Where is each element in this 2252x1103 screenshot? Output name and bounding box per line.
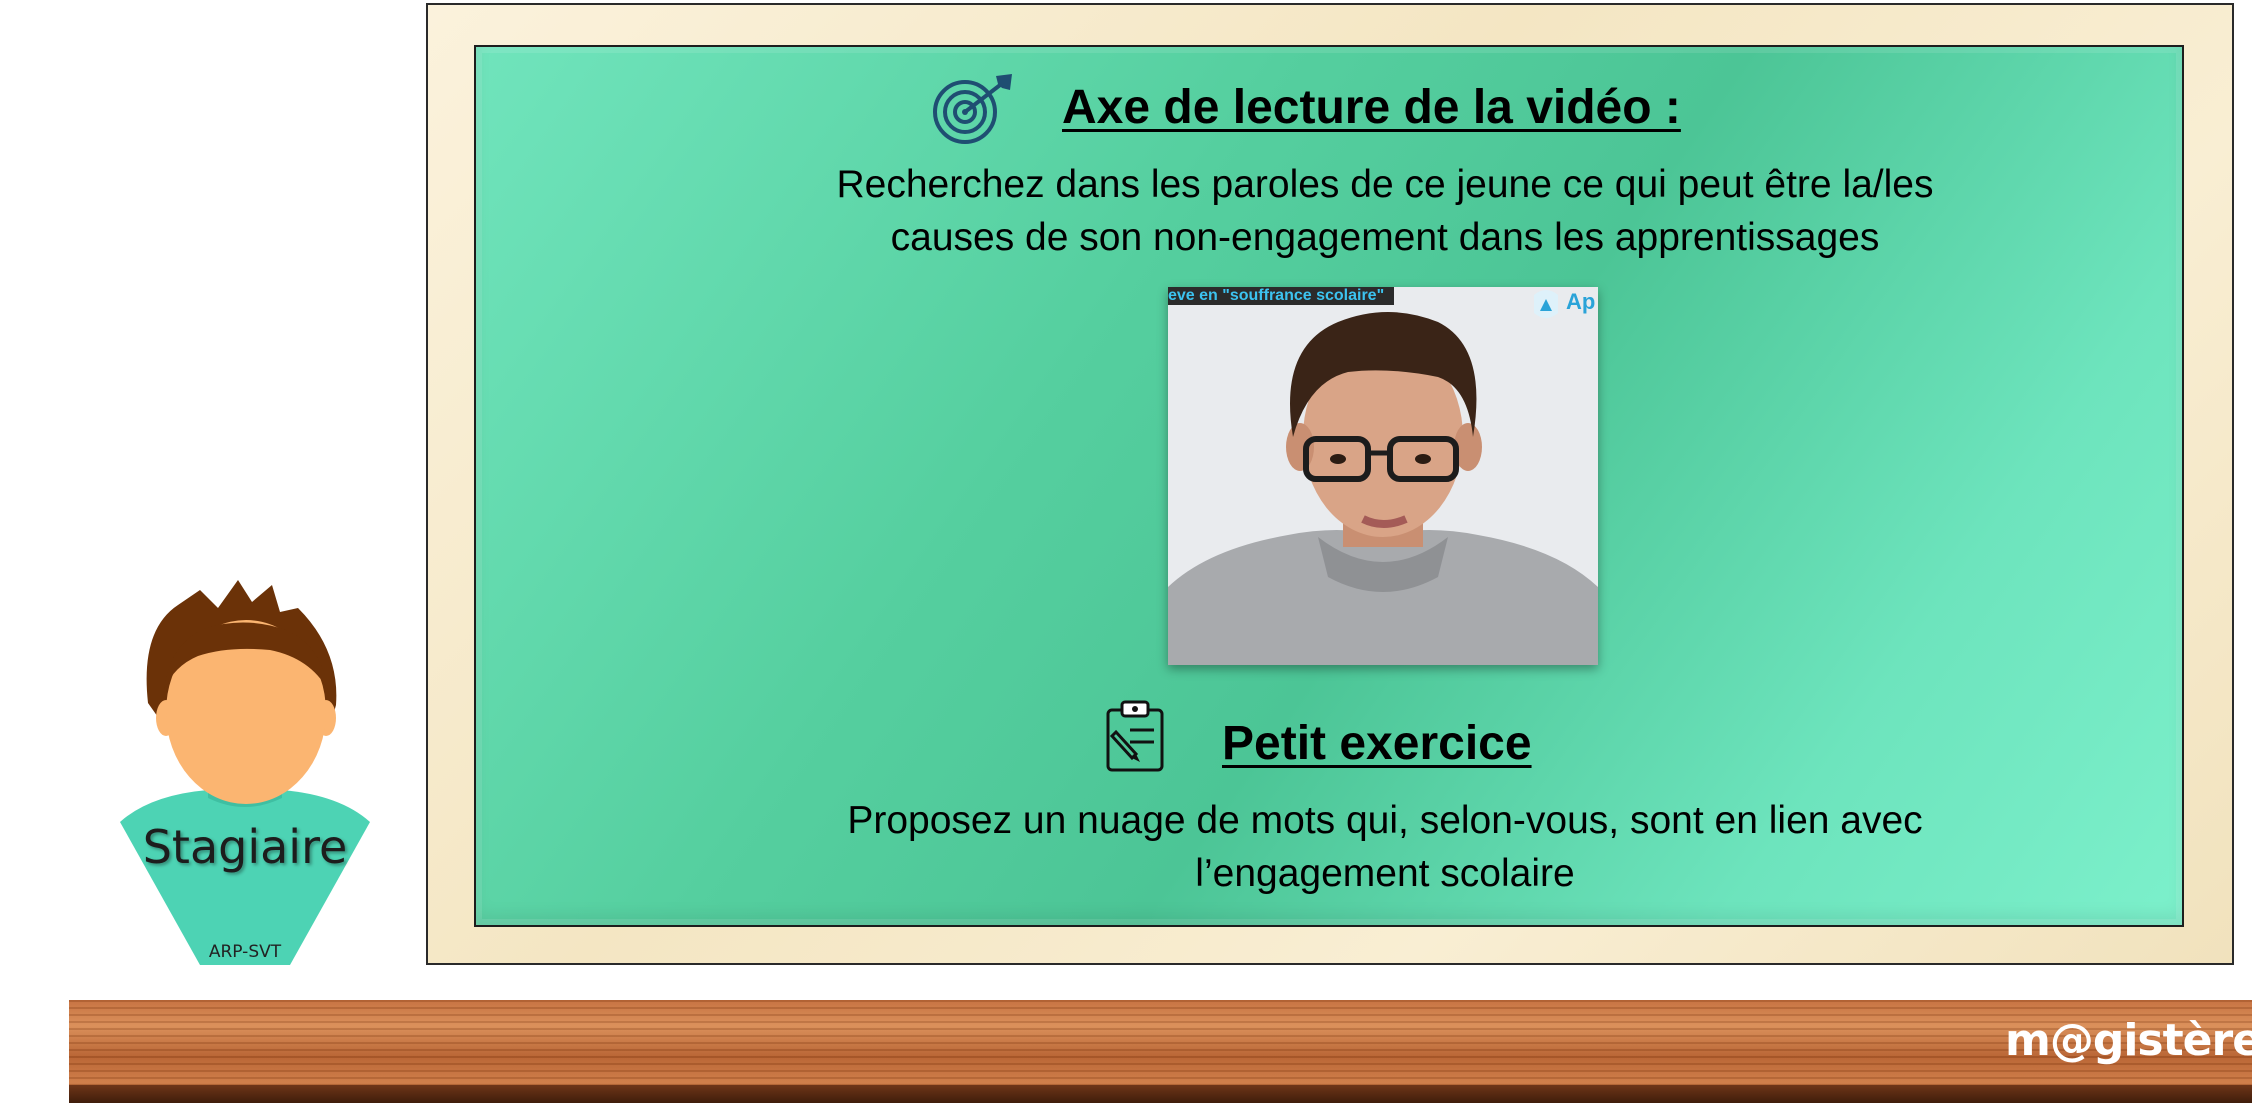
character-tag: ARP-SVT [208,942,282,962]
video-caption: eve en "souffrance scolaire" [1168,287,1395,305]
video-channel-logo: Ap [1534,289,1595,318]
video-frame-image [1168,287,1598,665]
video-thumbnail[interactable]: eve en "souffrance scolaire" Ap [1168,287,1598,665]
magistere-logo: m@gistère [2005,1015,2252,1066]
section-text-exercice-line2: l’engagement scolaire [1195,852,1575,895]
section-text-exercice-line1: Proposez un nuage de mots qui, selon-vou… [847,799,1923,842]
stagiaire-avatar: Stagiaire ARP-SVT [110,550,380,970]
character-illustration [120,580,370,965]
character-name: Stagiaire [142,820,348,874]
section-text-axe: Recherchez dans les paroles de ce jeune … [760,158,2010,264]
video-logo-text: Ap [1566,289,1595,314]
section-text-axe-line2: causes de son non-engagement dans les ap… [890,216,1880,259]
target-icon [933,74,1012,144]
section-text-exercice: Proposez un nuage de mots qui, selon-vou… [760,794,2010,900]
section-heading-axe: Axe de lecture de la vidéo : [1062,81,1681,134]
section-text-axe-line1: Recherchez dans les paroles de ce jeune … [836,163,1934,206]
section-heading-exercice: Petit exercice [1222,717,1532,770]
wooden-shelf-edge [69,1085,2252,1103]
clipboard-icon [1106,700,1164,772]
